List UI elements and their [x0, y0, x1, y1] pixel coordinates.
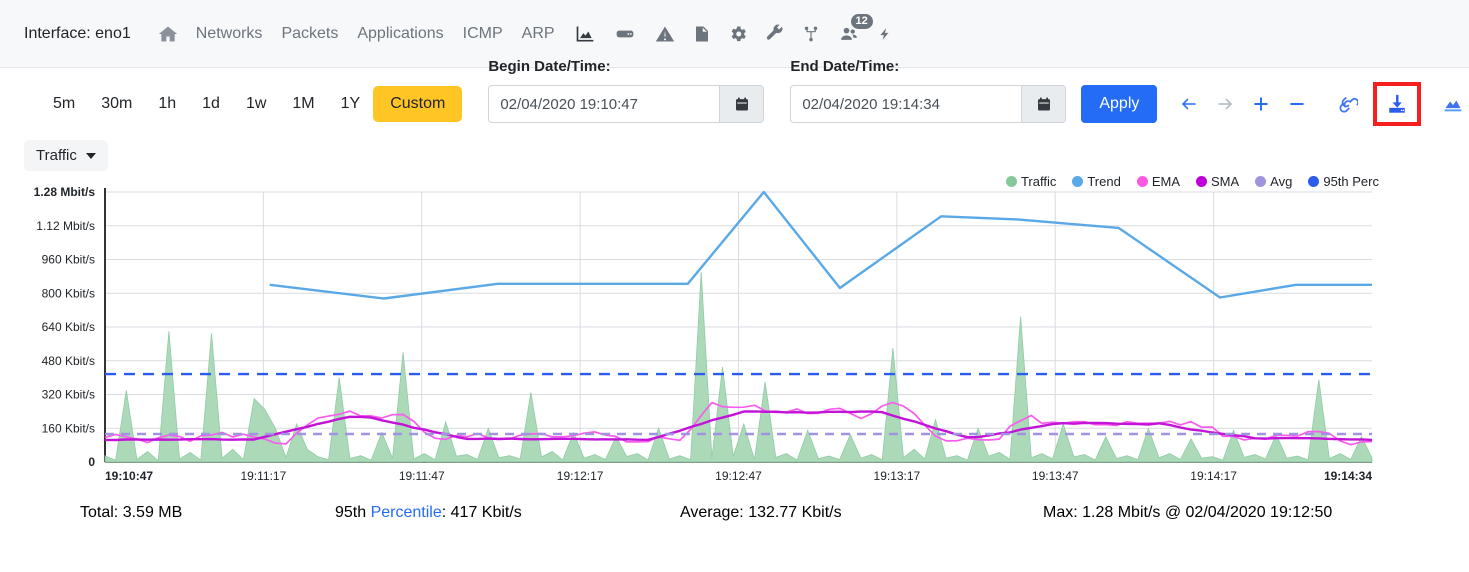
graph-type-dropdown[interactable]: Traffic — [24, 140, 108, 171]
svg-text:19:12:17: 19:12:17 — [557, 469, 604, 483]
controls-toolbar: 5m 30m 1h 1d 1w 1M 1Y Custom Begin Date/… — [0, 58, 1469, 140]
begin-datetime-input[interactable] — [489, 86, 720, 122]
users-badge: 12 — [848, 11, 875, 31]
nav-applications[interactable]: Applications — [357, 25, 443, 43]
range-1d[interactable]: 1d — [189, 86, 233, 122]
end-datetime-group: End Date/Time: — [790, 58, 1067, 123]
svg-text:19:12:47: 19:12:47 — [715, 469, 762, 483]
svg-text:19:13:17: 19:13:17 — [874, 469, 921, 483]
stat-total-value: 3.59 MB — [122, 504, 183, 521]
svg-text:800 Kbit/s: 800 Kbit/s — [42, 286, 95, 300]
graph-select-row: Traffic — [0, 140, 1469, 174]
stat-percentile: 95th Percentile: 417 Kbit/s — [335, 504, 522, 522]
range-custom[interactable]: Custom — [373, 86, 463, 122]
nav-networks[interactable]: Networks — [196, 25, 263, 43]
range-1M[interactable]: 1M — [279, 86, 327, 122]
interface-label: Interface: eno1 — [24, 24, 131, 42]
stat-average: Average: 132.77 Kbit/s — [680, 504, 842, 522]
chevron-down-icon — [85, 152, 96, 159]
area-chart-icon[interactable] — [574, 24, 596, 44]
range-1h[interactable]: 1h — [145, 86, 189, 122]
range-5m[interactable]: 5m — [40, 86, 88, 122]
stat-total-label: Total: — [80, 504, 119, 521]
stat-percentile-prefix: 95th — [335, 504, 371, 521]
nav-arp[interactable]: ARP — [522, 25, 555, 43]
svg-text:19:11:47: 19:11:47 — [399, 469, 445, 483]
range-30m[interactable]: 30m — [88, 86, 145, 122]
stat-average-label: Average: — [680, 504, 744, 521]
apply-button[interactable]: Apply — [1081, 85, 1158, 123]
stat-average-value: 132.77 Kbit/s — [748, 504, 842, 521]
svg-text:320 Kbit/s: 320 Kbit/s — [42, 388, 95, 402]
stat-max: Max: 1.28 Mbit/s @ 02/04/2020 19:12:50 — [1043, 504, 1332, 522]
nav-icmp[interactable]: ICMP — [463, 25, 503, 43]
begin-calendar-icon[interactable] — [719, 86, 764, 122]
svg-text:960 Kbit/s: 960 Kbit/s — [42, 253, 95, 267]
svg-text:0: 0 — [88, 455, 95, 469]
svg-text:19:14:17: 19:14:17 — [1190, 469, 1237, 483]
graph-type-label: Traffic — [36, 147, 77, 164]
begin-datetime-group: Begin Date/Time: — [488, 58, 765, 123]
server-icon[interactable] — [613, 24, 637, 44]
svg-text:640 Kbit/s: 640 Kbit/s — [42, 320, 95, 334]
svg-text:1.28 Mbit/s: 1.28 Mbit/s — [34, 185, 96, 199]
report-document-icon[interactable] — [693, 24, 711, 44]
top-navigation-bar: Interface: eno1 Networks Packets Applica… — [0, 0, 1469, 68]
end-calendar-icon[interactable] — [1021, 86, 1066, 122]
chart-tools-group — [1157, 82, 1469, 126]
permalink-icon[interactable] — [1329, 87, 1365, 121]
chart-canvas[interactable]: 0 160 Kbit/s 320 Kbit/s 480 Kbit/s 640 Kbit/… — [0, 174, 1469, 494]
lightning-bolt-icon[interactable] — [878, 24, 892, 44]
users-icon[interactable]: 12 — [837, 11, 875, 44]
stat-max-value: 1.28 Mbit/s @ 02/04/2020 19:12:50 — [1082, 504, 1333, 521]
range-1Y[interactable]: 1Y — [328, 86, 374, 122]
chart-summary-footer: Total: 3.59 MB 95th Percentile: 417 Kbit… — [0, 494, 1469, 534]
download-icon[interactable] — [1373, 82, 1422, 126]
stat-max-label: Max: — [1043, 504, 1078, 521]
range-1w[interactable]: 1w — [233, 86, 279, 122]
svg-text:19:10:47: 19:10:47 — [105, 469, 153, 483]
zoom-in-icon[interactable] — [1243, 87, 1279, 121]
stat-total: Total: 3.59 MB — [80, 504, 182, 522]
begin-datetime-label: Begin Date/Time: — [488, 58, 611, 75]
alert-triangle-icon[interactable] — [654, 24, 676, 44]
svg-text:480 Kbit/s: 480 Kbit/s — [42, 354, 95, 368]
end-datetime-input[interactable] — [791, 86, 1022, 122]
zoom-out-icon[interactable] — [1279, 87, 1315, 121]
back-arrow-icon[interactable] — [1171, 87, 1207, 121]
traffic-chart[interactable]: Traffic Trend EMA SMA Avg 95th Perc 0 160… — [0, 174, 1469, 494]
chart-toggle-icon[interactable] — [1435, 87, 1469, 121]
wrench-icon[interactable] — [765, 24, 785, 44]
nav-packets[interactable]: Packets — [281, 25, 338, 43]
svg-text:19:13:47: 19:13:47 — [1032, 469, 1079, 483]
forward-arrow-icon[interactable] — [1207, 87, 1243, 121]
stat-percentile-link[interactable]: Percentile — [371, 504, 442, 521]
gear-icon[interactable] — [728, 24, 748, 44]
svg-text:160 Kbit/s: 160 Kbit/s — [42, 421, 95, 435]
svg-text:19:11:17: 19:11:17 — [240, 469, 286, 483]
stat-percentile-value: : 417 Kbit/s — [441, 504, 522, 521]
end-datetime-label: End Date/Time: — [790, 58, 900, 75]
home-icon[interactable] — [157, 24, 179, 44]
svg-text:1.12 Mbit/s: 1.12 Mbit/s — [36, 219, 95, 233]
svg-text:19:14:34: 19:14:34 — [1324, 469, 1372, 483]
sitemap-icon[interactable] — [802, 24, 820, 44]
